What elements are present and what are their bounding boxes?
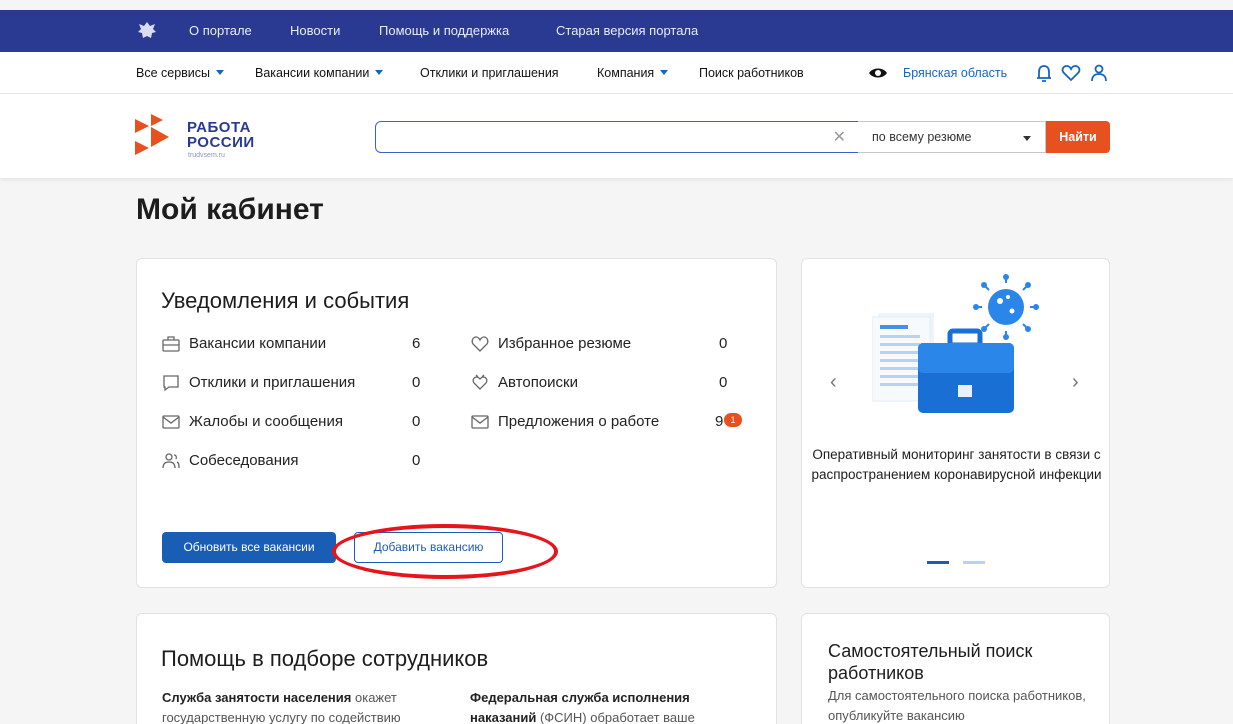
- top-link-about[interactable]: О портале: [189, 23, 252, 38]
- annotation-ellipse: [332, 524, 558, 579]
- carousel-prev-icon[interactable]: ‹: [830, 371, 837, 394]
- promo-carousel: ‹ › Оперативный мониторинг занятости в с…: [801, 258, 1110, 588]
- carousel-dot-1[interactable]: [927, 561, 949, 564]
- chevron-down-icon: [1023, 136, 1031, 141]
- count-company-vacancies: 6: [412, 335, 421, 352]
- nav-search-workers[interactable]: Поиск работников: [699, 66, 804, 80]
- top-link-old-version[interactable]: Старая версия портала: [556, 23, 698, 38]
- user-icon[interactable]: [1088, 62, 1110, 84]
- nav-company[interactable]: Компания: [597, 66, 669, 80]
- count-interviews: 0: [412, 452, 421, 469]
- heart-search-icon: [472, 374, 488, 390]
- nav-responses[interactable]: Отклики и приглашения: [420, 66, 559, 80]
- mail-icon: [471, 415, 489, 429]
- heart-icon: [471, 336, 489, 352]
- page-title: Мой кабинет: [136, 193, 324, 226]
- nav-company-vacancies[interactable]: Вакансии компании: [255, 66, 384, 80]
- clear-icon[interactable]: ✕: [833, 127, 846, 147]
- help-title: Помощь в подборе сотрудников: [161, 646, 489, 671]
- new-badge: 1: [724, 413, 742, 427]
- carousel-next-icon[interactable]: ›: [1072, 371, 1079, 394]
- region-selector[interactable]: Брянская область: [903, 66, 1007, 80]
- top-bar: О портале Новости Помощь и поддержка Ста…: [0, 10, 1233, 52]
- count-job-offers: 9: [715, 413, 724, 430]
- eye-icon[interactable]: [867, 62, 889, 84]
- chevron-down-icon: [216, 70, 225, 75]
- count-favorite-resumes: 0: [719, 335, 728, 352]
- update-all-vacancies-button[interactable]: Обновить все вакансии: [162, 532, 336, 563]
- people-icon: [162, 453, 180, 469]
- main-nav: Все сервисы Вакансии компании Отклики и …: [0, 52, 1233, 94]
- logo-subtitle: trudvsem.ru: [188, 152, 225, 159]
- briefcase-icon: [162, 336, 180, 352]
- briefcase-virus-illustration: [872, 274, 1039, 413]
- search-scope-select[interactable]: по всему резюме: [858, 121, 1046, 153]
- top-link-news[interactable]: Новости: [290, 23, 340, 38]
- count-complaints: 0: [412, 413, 421, 430]
- bell-icon[interactable]: [1033, 62, 1055, 84]
- help-fsin[interactable]: Федеральная служба исполнения наказаний …: [470, 688, 750, 724]
- search-button[interactable]: Найти: [1046, 121, 1110, 153]
- logo-text[interactable]: РАБОТА РОССИИ: [187, 120, 255, 150]
- help-card: Помощь в подборе сотрудников Служба заня…: [136, 613, 777, 724]
- mail-icon: [162, 415, 180, 429]
- count-autosearch: 0: [719, 374, 728, 391]
- logo-icon[interactable]: [135, 114, 175, 160]
- promo-text[interactable]: Оперативный мониторинг занятости в связи…: [802, 445, 1111, 485]
- self-search-title: Самостоятельный поиск работников: [828, 641, 1033, 683]
- search-input[interactable]: ✕: [375, 121, 859, 153]
- emblem-icon[interactable]: [136, 20, 158, 42]
- heart-icon[interactable]: [1060, 62, 1082, 84]
- count-responses: 0: [412, 374, 421, 391]
- top-link-help[interactable]: Помощь и поддержка: [379, 23, 509, 38]
- self-search-card: Самостоятельный поиск работников Для сам…: [801, 613, 1110, 724]
- chevron-down-icon: [375, 70, 384, 75]
- nav-all-services[interactable]: Все сервисы: [136, 66, 225, 80]
- notifications-title: Уведомления и события: [161, 288, 410, 313]
- chat-icon: [163, 375, 179, 392]
- help-employment-service[interactable]: Служба занятости населения окажет госуда…: [162, 688, 442, 724]
- carousel-dot-2[interactable]: [963, 561, 985, 564]
- self-search-text: Для самостоятельного поиска работников, …: [828, 688, 1086, 723]
- chevron-down-icon: [660, 70, 669, 75]
